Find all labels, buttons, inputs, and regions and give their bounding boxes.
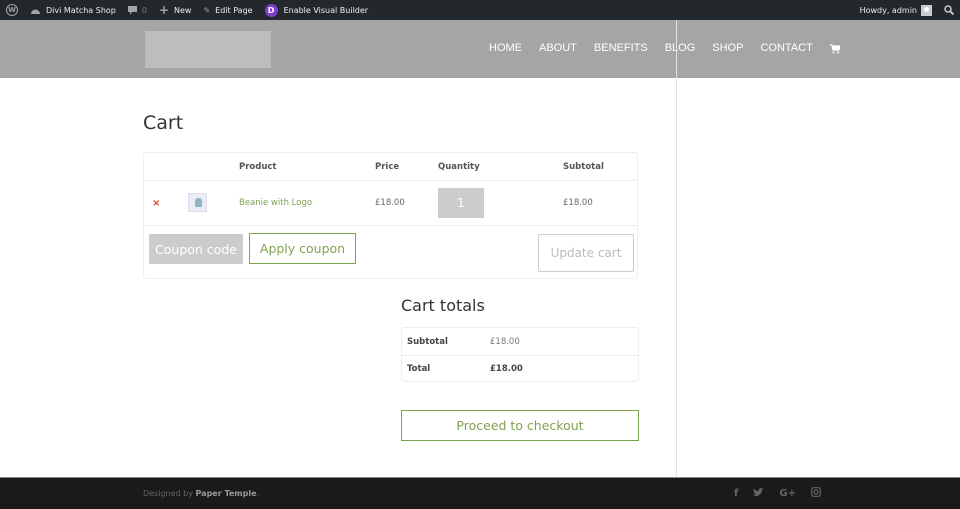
- proceed-to-checkout-button[interactable]: Proceed to checkout: [401, 410, 639, 441]
- new-content-link[interactable]: + New: [153, 0, 198, 20]
- remove-item-icon[interactable]: ×: [152, 198, 160, 209]
- social-links: f G+: [734, 487, 836, 500]
- cart-totals-table: Subtotal £18.00 Total £18.00: [401, 327, 639, 382]
- comment-icon: [127, 5, 137, 15]
- coupon-code-input[interactable]: Coupon code: [149, 234, 243, 264]
- cart-icon[interactable]: [829, 44, 840, 54]
- footer-credit: Designed by Paper Temple.: [143, 489, 259, 498]
- wordpress-menu[interactable]: W: [0, 0, 24, 20]
- wordpress-logo-icon: W: [6, 4, 18, 16]
- total-label: Total: [407, 364, 431, 374]
- edit-page-link[interactable]: ✎ Edit Page: [197, 0, 258, 20]
- twitter-icon[interactable]: [753, 487, 765, 500]
- google-plus-icon[interactable]: G+: [779, 488, 796, 499]
- nav-benefits[interactable]: BENEFITS: [594, 42, 648, 54]
- apply-coupon-button[interactable]: Apply coupon: [249, 233, 356, 264]
- dashboard-icon: [30, 6, 41, 15]
- total-value: £18.00: [490, 364, 523, 374]
- site-header: HOME ABOUT BENEFITS BLOG SHOP CONTACT: [0, 20, 960, 78]
- visual-builder-link[interactable]: D Enable Visual Builder: [259, 0, 375, 20]
- credit-link[interactable]: Paper Temple: [196, 489, 257, 498]
- plus-icon: +: [158, 3, 170, 17]
- cart-table: Product Price Quantity Subtotal × Beanie…: [143, 152, 638, 279]
- product-thumbnail[interactable]: [188, 193, 207, 212]
- comments-link[interactable]: 0: [122, 0, 153, 20]
- site-footer: Designed by Paper Temple. f G+: [0, 477, 960, 509]
- account-menu[interactable]: Howdy, admin: [854, 0, 938, 20]
- new-label: New: [174, 5, 192, 15]
- edit-page-label: Edit Page: [215, 5, 253, 15]
- search-icon: [944, 5, 954, 15]
- column-header-product: Product: [239, 162, 277, 172]
- column-header-price: Price: [375, 162, 400, 172]
- site-logo[interactable]: [145, 31, 271, 68]
- facebook-icon[interactable]: f: [734, 488, 738, 499]
- site-name: Divi Matcha Shop: [46, 5, 116, 15]
- credit-prefix: Designed by: [143, 489, 196, 498]
- visual-builder-label: Enable Visual Builder: [283, 5, 369, 15]
- row-divider: [144, 225, 637, 226]
- credit-suffix: .: [256, 489, 260, 498]
- search-button[interactable]: [938, 0, 960, 20]
- column-header-quantity: Quantity: [438, 162, 480, 172]
- site-name-link[interactable]: Divi Matcha Shop: [24, 0, 122, 20]
- product-subtotal: £18.00: [563, 198, 593, 208]
- product-name-link[interactable]: Beanie with Logo: [239, 198, 312, 208]
- divi-icon: D: [264, 3, 278, 17]
- admin-bar: W Divi Matcha Shop 0 + New ✎ Edit Page D…: [0, 0, 960, 20]
- nav-blog[interactable]: BLOG: [665, 42, 696, 54]
- comments-count: 0: [141, 5, 147, 15]
- nav-contact[interactable]: CONTACT: [760, 42, 812, 54]
- subtotal-label: Subtotal: [407, 337, 448, 347]
- greeting: Howdy, admin: [859, 5, 917, 15]
- subtotal-value: £18.00: [490, 337, 520, 347]
- nav-about[interactable]: ABOUT: [539, 42, 577, 54]
- page-title: Cart: [143, 112, 184, 134]
- product-price: £18.00: [375, 198, 405, 208]
- nav-home[interactable]: HOME: [489, 42, 522, 54]
- row-divider: [144, 180, 637, 181]
- main-nav: HOME ABOUT BENEFITS BLOG SHOP CONTACT: [489, 42, 840, 54]
- update-cart-button[interactable]: Update cart: [538, 234, 634, 272]
- sidebar-divider: [676, 20, 677, 477]
- column-header-subtotal: Subtotal: [563, 162, 604, 172]
- quantity-input[interactable]: 1: [438, 188, 484, 218]
- pencil-icon: ✎: [203, 5, 211, 15]
- row-divider: [402, 355, 638, 356]
- nav-shop[interactable]: SHOP: [712, 42, 743, 54]
- cart-totals-title: Cart totals: [401, 296, 485, 315]
- instagram-icon[interactable]: [811, 487, 821, 500]
- avatar-icon: [921, 4, 932, 16]
